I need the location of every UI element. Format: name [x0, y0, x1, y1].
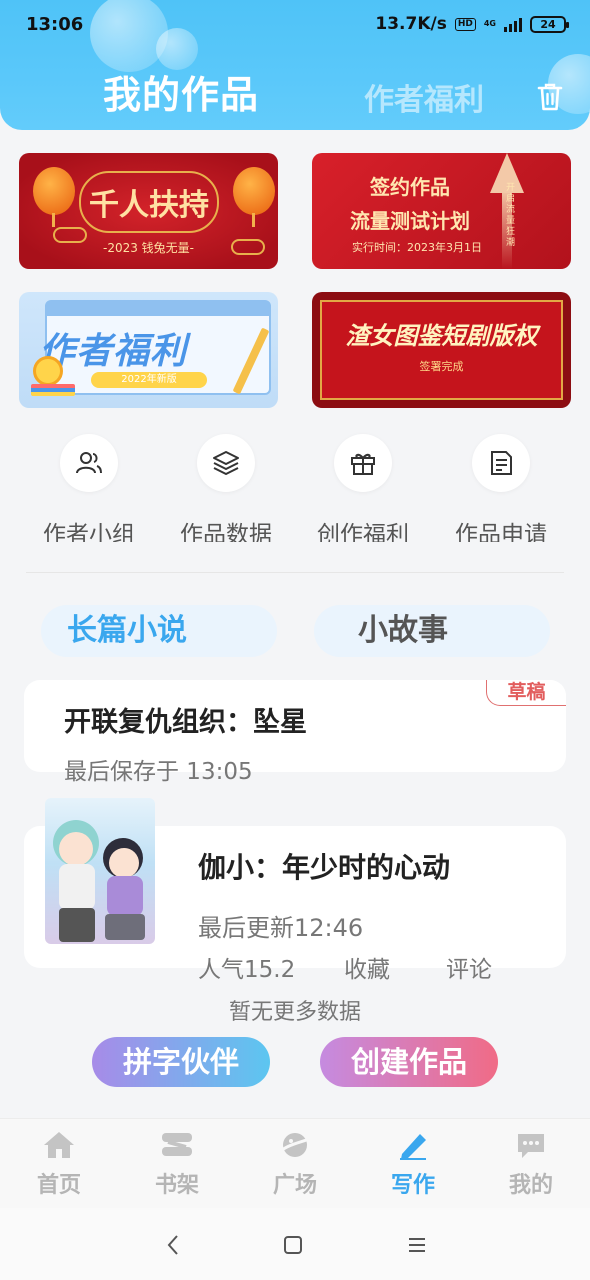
- draft-saved-time: 最后保存于 13:05: [64, 759, 253, 785]
- quick-action-work-data[interactable]: 作品数据: [166, 434, 286, 542]
- banner-line-3: 实行时间：2023年3月1日: [352, 241, 482, 254]
- back-icon[interactable]: [158, 1230, 188, 1260]
- banner-frame: 千人扶持: [79, 171, 219, 233]
- work-title: 伽小：年少时的心动: [198, 851, 451, 884]
- nav-item-home[interactable]: 首页: [14, 1129, 104, 1199]
- quick-action-label: 作品数据: [180, 522, 272, 542]
- menu-icon[interactable]: [402, 1230, 432, 1260]
- banner-line-2: 流量测试计划: [350, 209, 470, 233]
- books-icon: [31, 384, 75, 396]
- banner-title: 渣女图鉴短剧版权: [345, 321, 538, 350]
- quick-action-work-application[interactable]: 作品申请: [441, 434, 561, 542]
- battery-icon: 24: [530, 15, 569, 33]
- home-icon: [40, 1129, 78, 1161]
- draft-badge: 草稿: [486, 680, 566, 706]
- tab-author-benefits[interactable]: 作者福利: [364, 75, 484, 119]
- favorites-label: 收藏: [344, 957, 390, 983]
- character-legs: [59, 908, 95, 942]
- quick-action-author-group[interactable]: 作者小组: [29, 434, 149, 542]
- banner-subtitle: -2023 钱兔无量-: [102, 241, 194, 255]
- character-face: [59, 832, 93, 866]
- create-work-button[interactable]: 创建作品: [320, 1037, 498, 1087]
- writing-partner-button[interactable]: 拼字伙伴: [92, 1037, 270, 1087]
- work-stats: 人气15.2 收藏 评论: [198, 950, 492, 984]
- hd-badge: HD: [454, 17, 476, 31]
- banner-signed-traffic-test[interactable]: 签约作品 流量测试计划 实行时间：2023年3月1日 开启流量狂潮: [312, 153, 571, 269]
- system-nav-bar: [0, 1208, 590, 1280]
- status-bar-right: 13.7K/s HD 4G 24: [375, 14, 569, 34]
- network-type: 4G: [483, 19, 496, 28]
- book-cover-image[interactable]: [45, 798, 155, 944]
- work-updated-time: 最后更新12:46: [198, 914, 364, 942]
- quick-action-creation-benefits[interactable]: 创作福利: [303, 434, 423, 542]
- window-titlebar: [47, 302, 269, 316]
- pen-icon: [394, 1129, 432, 1161]
- quick-action-label: 创作福利: [317, 522, 409, 542]
- draft-title: 开联复仇组织：坠星: [64, 707, 307, 738]
- bookshelf-icon: [158, 1129, 196, 1161]
- no-more-data-text: 暂无更多数据: [228, 1000, 361, 1025]
- nav-label: 我的: [508, 1173, 553, 1198]
- signal-icon: [504, 16, 522, 32]
- comments-label: 评论: [446, 957, 492, 983]
- label-clip: 作品数据: [166, 520, 286, 542]
- banner-subtitle: 签署完成: [419, 360, 464, 373]
- character-legs: [105, 914, 145, 940]
- nav-item-plaza[interactable]: 广场: [250, 1129, 340, 1199]
- users-icon: [60, 434, 118, 492]
- banner-support-program[interactable]: 千人扶持 -2023 钱兔无量-: [19, 153, 278, 269]
- popularity-count: 人气15.2: [198, 957, 296, 983]
- character-body: [59, 864, 95, 910]
- trash-icon[interactable]: [536, 82, 564, 112]
- label-clip: 创作福利: [303, 520, 423, 542]
- quick-action-label: 作品申请: [455, 522, 547, 542]
- gift-icon: [334, 434, 392, 492]
- planet-icon: [276, 1129, 314, 1161]
- banner-author-benefits[interactable]: 作者福利 2022年新版: [19, 292, 278, 408]
- lantern-icon: [33, 167, 75, 227]
- nav-item-write[interactable]: 写作: [368, 1129, 458, 1199]
- nav-label: 首页: [36, 1173, 81, 1198]
- tab-short-story[interactable]: 小故事: [314, 605, 550, 657]
- banner-title: 千人扶持: [89, 188, 209, 223]
- nav-item-bookshelf[interactable]: 书架: [132, 1129, 222, 1199]
- banner-side-text: 开启流量狂潮: [506, 183, 516, 248]
- banner-drama-rights[interactable]: 渣女图鉴短剧版权 签署完成: [312, 292, 571, 408]
- label-clip: 作品申请: [441, 520, 561, 542]
- lantern-icon: [233, 167, 275, 227]
- layers-icon: [197, 434, 255, 492]
- tab-long-novel[interactable]: 长篇小说: [41, 605, 277, 657]
- app-header: 13:06 13.7K/s HD 4G 24 我的作品 作者福利: [0, 0, 590, 130]
- alarm-clock-icon: [33, 356, 63, 386]
- character-face: [109, 848, 139, 878]
- page-title[interactable]: 我的作品: [103, 64, 259, 119]
- bottom-nav: 首页 书架 广场 写作 我的: [0, 1118, 590, 1208]
- network-speed: 13.7K/s: [375, 14, 447, 34]
- document-icon: [472, 434, 530, 492]
- nav-item-me[interactable]: 我的: [486, 1129, 576, 1199]
- decor-bubble: [90, 0, 168, 72]
- chat-bubble-icon: [512, 1129, 550, 1161]
- divider: [26, 572, 564, 573]
- nav-label: 书架: [154, 1173, 199, 1198]
- status-time: 13:06: [26, 14, 84, 35]
- nav-label: 广场: [272, 1173, 317, 1198]
- home-square-icon[interactable]: [278, 1230, 308, 1260]
- banner-badge: 2022年新版: [91, 372, 207, 388]
- character-body: [107, 876, 143, 916]
- label-clip: 作者小组: [29, 520, 149, 542]
- banner-line-1: 签约作品: [370, 175, 450, 199]
- quick-action-label: 作者小组: [43, 522, 135, 542]
- nav-label: 写作: [390, 1173, 435, 1198]
